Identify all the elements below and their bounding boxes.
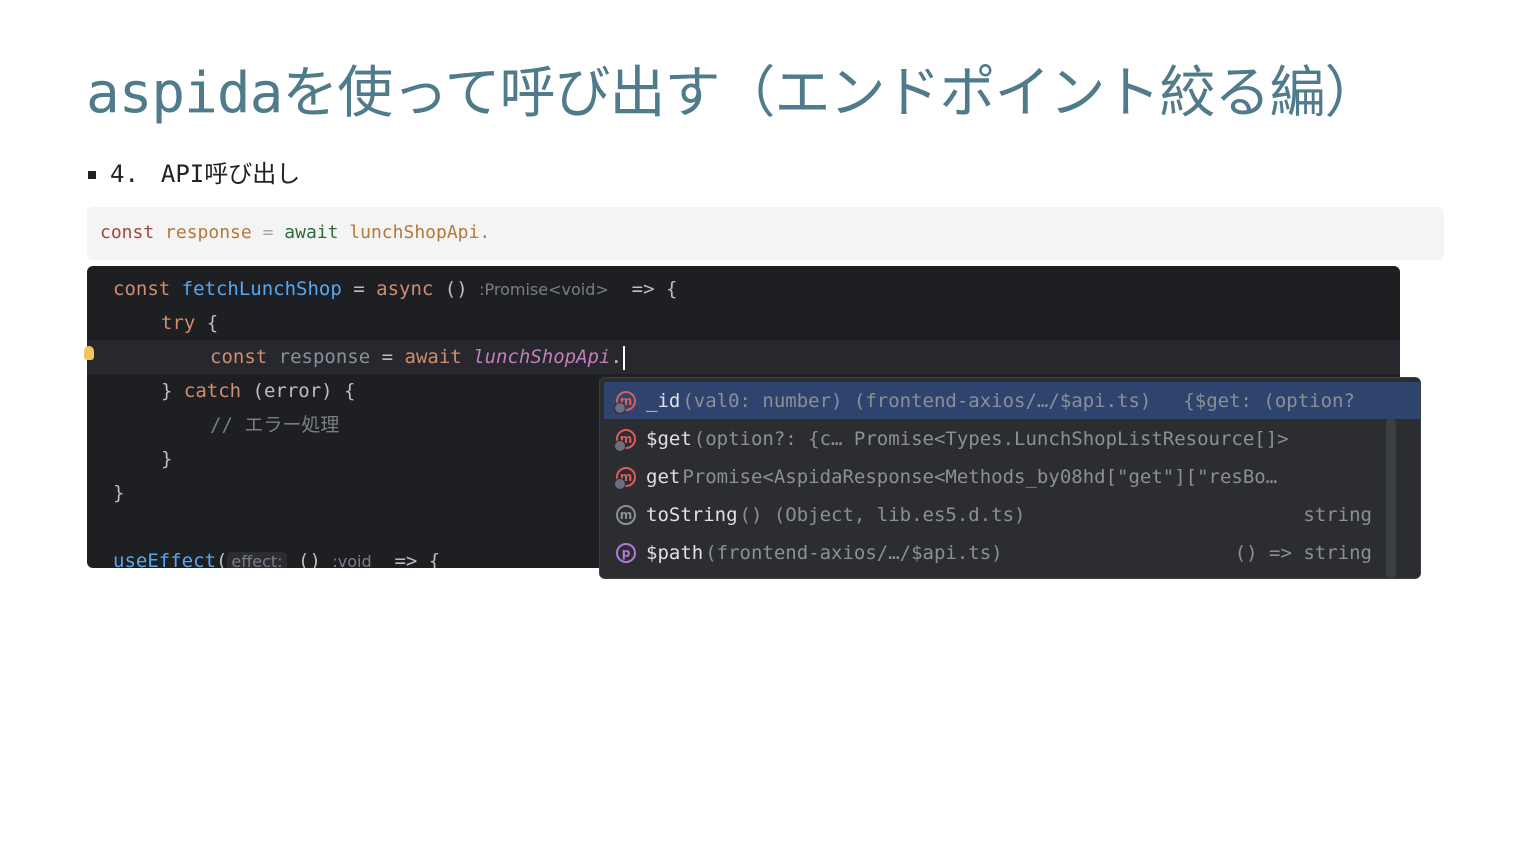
code-line-2: try { xyxy=(87,306,1400,340)
bullet-marker xyxy=(88,171,96,179)
kw-await: await xyxy=(404,346,462,368)
var-response: response xyxy=(278,346,371,368)
kw-const: const xyxy=(113,278,171,300)
completion-popup: m _id (val0: number) (frontend-axios/…/$… xyxy=(599,377,1421,579)
property-icon: p xyxy=(616,542,636,563)
arrow: => { xyxy=(608,278,678,300)
kw-async: async xyxy=(376,278,434,300)
bullet-text: API呼び出し xyxy=(160,160,301,188)
completion-detail: () (Object, lib.es5.d.ts) xyxy=(739,503,1026,526)
completion-detail: (option?: {c… Promise<Types.LunchShopLis… xyxy=(693,427,1289,450)
parens: () xyxy=(286,550,333,568)
popup-scrollbar[interactable] xyxy=(1386,418,1396,578)
arrow: => { xyxy=(371,550,441,568)
lock-icon xyxy=(614,477,626,490)
snippet-variable: response xyxy=(165,222,252,243)
inlay-param-hint: effect: xyxy=(227,552,287,568)
bullet-item: 4. API呼び出し xyxy=(88,156,300,192)
lock-icon xyxy=(614,439,626,452)
dot: . xyxy=(610,346,622,368)
code-line-3-current[interactable]: const response = await lunchShopApi. xyxy=(87,340,1400,374)
completion-item-path[interactable]: p $path (frontend-axios/…/$api.ts) () =>… xyxy=(604,534,1380,571)
obj-lunchShopApi: lunchShopApi xyxy=(473,346,611,368)
completion-item-get-dollar[interactable]: m $get (option?: {c… Promise<Types.Lunch… xyxy=(604,420,1380,457)
method-icon: m xyxy=(616,504,636,525)
inlay-type-hint: :void xyxy=(332,552,372,568)
code-snippet: const response = await lunchShopApi. xyxy=(87,207,1444,260)
completion-name: _id xyxy=(646,389,681,412)
brace: } xyxy=(113,482,125,504)
brace: } xyxy=(161,448,173,470)
completion-type: () => string xyxy=(1234,541,1372,564)
completion-item-tostring[interactable]: m toString () (Object, lib.es5.d.ts) str… xyxy=(604,496,1380,533)
slide-title: aspidaを使って呼び出す（エンドポイント絞る編） xyxy=(86,61,1380,126)
paren: ( xyxy=(215,550,228,568)
op-equals: = xyxy=(341,278,377,300)
bullet-list: 4. API呼び出し xyxy=(88,156,300,192)
kw-catch: catch xyxy=(183,380,242,402)
completion-detail: (val0: number) (frontend-axios/…/$api.ts… xyxy=(682,389,1152,412)
completion-name: get xyxy=(646,465,681,488)
snippet-keyword-const: const xyxy=(100,222,155,243)
bullet-number: 4. xyxy=(110,160,139,188)
lock-icon xyxy=(614,401,626,414)
completion-name: $path xyxy=(646,541,704,564)
method-icon: m xyxy=(614,466,636,490)
completion-detail: Promise<AspidaResponse<Methods_by08hd["g… xyxy=(682,465,1278,488)
snippet-keyword-await: await xyxy=(284,222,339,243)
completion-name: toString xyxy=(646,503,738,526)
snippet-object: lunchShopApi. xyxy=(349,222,491,243)
brace: { xyxy=(195,312,219,334)
inlay-type-hint: :Promise<void> xyxy=(479,280,609,299)
completion-type: string xyxy=(1303,503,1372,526)
text-caret xyxy=(622,345,625,370)
method-icon: m xyxy=(614,390,636,414)
kw-try: try xyxy=(161,312,196,334)
completion-name: $get xyxy=(646,427,692,450)
snippet-operator: = xyxy=(262,222,274,243)
comment: // エラー処理 xyxy=(210,414,340,436)
code-line-1: const fetchLunchShop = async () :Promise… xyxy=(87,272,1400,306)
completion-detail: (frontend-axios/…/$api.ts) xyxy=(705,541,1003,564)
brace: } xyxy=(161,380,184,402)
fn-fetchLunchShop[interactable]: fetchLunchShop xyxy=(182,278,342,300)
completion-item-id[interactable]: m _id (val0: number) (frontend-axios/…/$… xyxy=(604,382,1420,419)
fn-useEffect[interactable]: useEffect xyxy=(113,550,216,568)
op-equals: = xyxy=(370,346,405,368)
completion-type: {$get: (option? xyxy=(1183,389,1355,412)
lightbulb-icon[interactable] xyxy=(84,346,94,360)
catch-params: (error) { xyxy=(241,380,356,402)
kw-const: const xyxy=(210,346,268,368)
method-icon: m xyxy=(614,428,636,452)
parens: () xyxy=(433,278,480,300)
completion-item-get[interactable]: m get Promise<AspidaResponse<Methods_by0… xyxy=(604,458,1380,495)
